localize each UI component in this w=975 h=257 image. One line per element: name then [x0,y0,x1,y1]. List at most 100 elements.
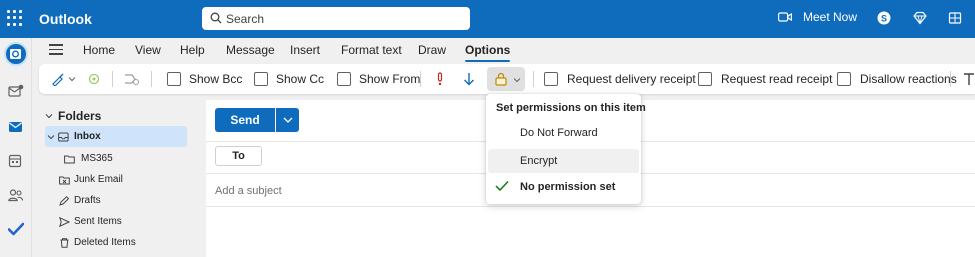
request-delivery-receipt-label: Request delivery receipt [567,72,696,86]
pencil-icon [59,195,70,206]
track-message-button[interactable] [124,64,140,94]
folder-drafts-label: Drafts [74,195,101,206]
menu-item-encrypt[interactable]: Encrypt [488,149,639,173]
folder-ms365[interactable]: MS365 [64,148,184,169]
hamburger-menu-icon[interactable] [49,44,63,58]
folder-sent-items[interactable]: Sent Items [59,211,184,232]
encrypt-permissions-button[interactable] [487,67,525,91]
folder-pane: Folders Inbox MS365 Junk Email Drafts Se… [33,100,193,257]
trash-icon [60,237,69,248]
tab-draw[interactable]: Draw [418,43,446,57]
menu-item-do-not-forward-label: Do Not Forward [520,127,598,139]
new-mail-icon[interactable] [8,84,24,98]
sensitivity-button[interactable] [87,64,101,94]
send-icon [59,216,70,227]
people-icon[interactable] [8,188,24,202]
disallow-reactions-checkbox[interactable] [837,72,851,86]
skype-icon[interactable]: S [877,11,891,25]
tab-options[interactable]: Options [465,43,511,62]
folder-ms365-label: MS365 [81,153,113,164]
permissions-dropdown: Set permissions on this item Do Not Forw… [486,94,646,204]
show-from-label: Show From [359,72,421,86]
top-bar: Outlook Search Meet Now S [0,0,975,38]
svg-text:S: S [881,14,887,24]
settings-gear-icon[interactable] [948,11,962,25]
inbox-icon [58,132,69,141]
calendar-icon[interactable] [8,154,24,168]
outlook-app-icon[interactable] [4,42,28,66]
permissions-dropdown-header: Set permissions on this item [496,102,646,114]
request-delivery-receipt-toggle[interactable]: Request delivery receipt [544,64,696,94]
tag-icon [88,73,100,85]
chevron-down-icon [283,117,292,123]
lock-icon [495,72,507,86]
app-launcher-icon[interactable] [6,9,24,27]
theme-button[interactable] [51,64,76,94]
folder-junk-email[interactable]: Junk Email [59,169,184,190]
tab-view[interactable]: View [135,43,161,57]
tab-home[interactable]: Home [83,43,115,57]
message-tracking-icon [125,74,139,85]
menu-item-do-not-forward[interactable]: Do Not Forward [488,121,639,145]
folder-junk-email-label: Junk Email [74,174,123,185]
outlook-logo-icon [10,49,21,59]
video-camera-icon [778,12,792,22]
paint-brush-icon [52,73,64,86]
chevron-down-icon [513,78,521,83]
checkmark-icon [495,180,509,192]
todo-check-icon[interactable] [8,222,24,236]
folder-deleted-items[interactable]: Deleted Items [59,232,184,253]
junk-folder-icon [59,176,70,184]
show-from-toggle[interactable]: Show From [337,64,420,94]
to-button[interactable]: To [215,146,262,166]
tab-format-text[interactable]: Format text [341,43,402,57]
chevron-down-icon [47,134,55,139]
show-cc-checkbox[interactable] [254,72,268,86]
arrow-down-icon [464,73,474,86]
meet-now-button[interactable]: Meet Now [778,10,857,24]
request-read-receipt-label: Request read receipt [721,72,833,86]
text-format-button[interactable] [963,64,975,94]
tab-message[interactable]: Message [226,43,275,57]
app-rail [0,38,32,257]
request-read-receipt-toggle[interactable]: Request read receipt [698,64,832,94]
premium-diamond-icon[interactable] [913,11,927,25]
folder-inbox-label: Inbox [74,131,101,142]
search-box[interactable]: Search [202,7,470,30]
send-button-group: Send [215,108,299,132]
folder-sent-items-label: Sent Items [74,216,122,227]
send-button[interactable]: Send [215,108,275,132]
show-bcc-toggle[interactable]: Show Bcc [167,64,242,94]
show-from-checkbox[interactable] [337,72,351,86]
folders-header-label: Folders [58,109,102,123]
menu-item-no-permission-set[interactable]: No permission set [488,175,639,199]
show-cc-toggle[interactable]: Show Cc [254,64,324,94]
folder-inbox[interactable]: Inbox [45,126,187,147]
show-cc-label: Show Cc [276,72,325,86]
ribbon-toolbar: Show Bcc Show Cc Show From Request deliv… [39,64,975,94]
app-title[interactable]: Outlook [39,11,92,27]
mail-icon[interactable] [8,120,24,134]
low-importance-button[interactable] [463,64,475,94]
exclamation-icon [437,72,443,86]
menu-item-encrypt-label: Encrypt [520,155,558,167]
send-options-button[interactable] [276,108,299,132]
folder-deleted-items-label: Deleted Items [74,237,136,248]
folder-drafts[interactable]: Drafts [59,190,184,211]
request-read-receipt-checkbox[interactable] [698,72,712,86]
search-placeholder: Search [226,12,265,26]
folder-icon [64,155,75,163]
tab-help[interactable]: Help [180,43,205,57]
disallow-reactions-toggle[interactable]: Disallow reactions [837,64,957,94]
chevron-down-icon [45,114,53,119]
subject-input[interactable]: Add a subject [215,185,282,197]
folders-header[interactable]: Folders [45,109,101,123]
high-importance-button[interactable] [435,64,445,94]
show-bcc-checkbox[interactable] [167,72,181,86]
meet-now-label: Meet Now [803,10,858,24]
request-delivery-receipt-checkbox[interactable] [544,72,558,86]
tab-insert[interactable]: Insert [290,43,320,57]
text-t-icon [964,73,974,85]
show-bcc-label: Show Bcc [189,72,243,86]
disallow-reactions-label: Disallow reactions [860,72,957,86]
